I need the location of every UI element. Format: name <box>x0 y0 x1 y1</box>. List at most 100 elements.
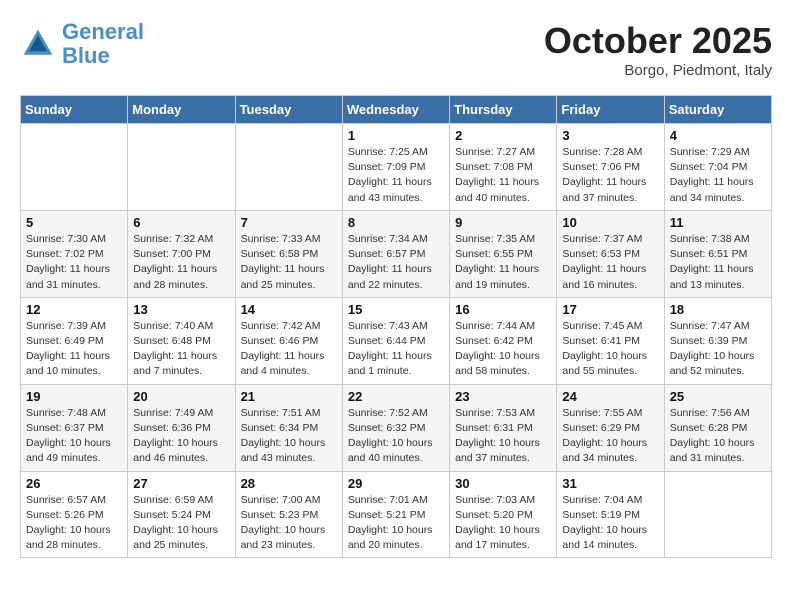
logo-line2: Blue <box>62 43 110 68</box>
calendar-table: SundayMondayTuesdayWednesdayThursdayFrid… <box>20 95 772 558</box>
day-info: Sunrise: 7:28 AM Sunset: 7:06 PM Dayligh… <box>562 145 658 206</box>
day-info: Sunrise: 7:51 AM Sunset: 6:34 PM Dayligh… <box>241 406 337 467</box>
weekday-header: Sunday <box>21 96 128 124</box>
calendar-cell: 14 Sunrise: 7:42 AM Sunset: 6:46 PM Dayli… <box>235 297 342 384</box>
day-number: 1 <box>348 128 444 143</box>
day-info: Sunrise: 7:33 AM Sunset: 6:58 PM Dayligh… <box>241 232 337 293</box>
calendar-cell: 8 Sunrise: 7:34 AM Sunset: 6:57 PM Daylig… <box>342 210 449 297</box>
day-info: Sunrise: 7:27 AM Sunset: 7:08 PM Dayligh… <box>455 145 551 206</box>
day-number: 2 <box>455 128 551 143</box>
day-number: 11 <box>670 215 766 230</box>
day-info: Sunrise: 7:29 AM Sunset: 7:04 PM Dayligh… <box>670 145 766 206</box>
calendar-cell: 21 Sunrise: 7:51 AM Sunset: 6:34 PM Dayli… <box>235 384 342 471</box>
day-number: 26 <box>26 476 122 491</box>
day-number: 31 <box>562 476 658 491</box>
day-number: 15 <box>348 302 444 317</box>
day-info: Sunrise: 7:49 AM Sunset: 6:36 PM Dayligh… <box>133 406 229 467</box>
calendar-cell: 9Sunrise: 7:35 AM Sunset: 6:55 PM Daylig… <box>450 210 557 297</box>
calendar-cell: 13Sunrise: 7:40 AM Sunset: 6:48 PM Dayli… <box>128 297 235 384</box>
day-number: 20 <box>133 389 229 404</box>
calendar-cell: 4 Sunrise: 7:29 AM Sunset: 7:04 PM Daylig… <box>664 124 771 211</box>
calendar-cell: 26 Sunrise: 6:57 AM Sunset: 5:26 PM Dayli… <box>21 471 128 558</box>
weekday-header: Wednesday <box>342 96 449 124</box>
day-number: 14 <box>241 302 337 317</box>
day-info: Sunrise: 7:38 AM Sunset: 6:51 PM Dayligh… <box>670 232 766 293</box>
day-info: Sunrise: 6:59 AM Sunset: 5:24 PM Dayligh… <box>133 493 229 554</box>
day-number: 4 <box>670 128 766 143</box>
title-block: October 2025 Borgo, Piedmont, Italy <box>544 20 772 79</box>
weekday-header: Tuesday <box>235 96 342 124</box>
day-info: Sunrise: 7:30 AM Sunset: 7:02 PM Dayligh… <box>26 232 122 293</box>
weekday-header-row: SundayMondayTuesdayWednesdayThursdayFrid… <box>21 96 772 124</box>
logo-text: General Blue <box>62 20 144 68</box>
day-info: Sunrise: 7:56 AM Sunset: 6:28 PM Dayligh… <box>670 406 766 467</box>
calendar-cell: 23Sunrise: 7:53 AM Sunset: 6:31 PM Dayli… <box>450 384 557 471</box>
calendar-cell: 18Sunrise: 7:47 AM Sunset: 6:39 PM Dayli… <box>664 297 771 384</box>
day-number: 9 <box>455 215 551 230</box>
day-number: 23 <box>455 389 551 404</box>
calendar-cell: 20 Sunrise: 7:49 AM Sunset: 6:36 PM Dayli… <box>128 384 235 471</box>
calendar-week-row: 5 Sunrise: 7:30 AM Sunset: 7:02 PM Daylig… <box>21 210 772 297</box>
calendar-cell <box>128 124 235 211</box>
logo-line1: General <box>62 19 144 44</box>
calendar-week-row: 19 Sunrise: 7:48 AM Sunset: 6:37 PM Dayli… <box>21 384 772 471</box>
weekday-header: Saturday <box>664 96 771 124</box>
weekday-header: Friday <box>557 96 664 124</box>
day-number: 28 <box>241 476 337 491</box>
calendar-cell: 28 Sunrise: 7:00 AM Sunset: 5:23 PM Dayli… <box>235 471 342 558</box>
day-number: 16 <box>455 302 551 317</box>
day-info: Sunrise: 7:04 AM Sunset: 5:19 PM Dayligh… <box>562 493 658 554</box>
calendar-cell: 30Sunrise: 7:03 AM Sunset: 5:20 PM Dayli… <box>450 471 557 558</box>
day-number: 29 <box>348 476 444 491</box>
calendar-cell: 24Sunrise: 7:55 AM Sunset: 6:29 PM Dayli… <box>557 384 664 471</box>
calendar-week-row: 12Sunrise: 7:39 AM Sunset: 6:49 PM Dayli… <box>21 297 772 384</box>
location-subtitle: Borgo, Piedmont, Italy <box>544 62 772 79</box>
weekday-header: Monday <box>128 96 235 124</box>
day-number: 25 <box>670 389 766 404</box>
day-info: Sunrise: 7:43 AM Sunset: 6:44 PM Dayligh… <box>348 319 444 380</box>
day-info: Sunrise: 7:03 AM Sunset: 5:20 PM Dayligh… <box>455 493 551 554</box>
calendar-cell: 16 Sunrise: 7:44 AM Sunset: 6:42 PM Dayli… <box>450 297 557 384</box>
day-info: Sunrise: 7:25 AM Sunset: 7:09 PM Dayligh… <box>348 145 444 206</box>
page-header: General Blue October 2025 Borgo, Piedmon… <box>20 20 772 79</box>
calendar-cell: 15 Sunrise: 7:43 AM Sunset: 6:44 PM Dayli… <box>342 297 449 384</box>
day-info: Sunrise: 7:39 AM Sunset: 6:49 PM Dayligh… <box>26 319 122 380</box>
day-info: Sunrise: 7:32 AM Sunset: 7:00 PM Dayligh… <box>133 232 229 293</box>
logo-icon <box>20 26 56 62</box>
day-number: 10 <box>562 215 658 230</box>
month-title: October 2025 <box>544 20 772 62</box>
day-info: Sunrise: 7:42 AM Sunset: 6:46 PM Dayligh… <box>241 319 337 380</box>
day-number: 5 <box>26 215 122 230</box>
calendar-cell: 5 Sunrise: 7:30 AM Sunset: 7:02 PM Daylig… <box>21 210 128 297</box>
calendar-cell <box>235 124 342 211</box>
day-number: 13 <box>133 302 229 317</box>
calendar-cell: 7 Sunrise: 7:33 AM Sunset: 6:58 PM Daylig… <box>235 210 342 297</box>
day-info: Sunrise: 7:00 AM Sunset: 5:23 PM Dayligh… <box>241 493 337 554</box>
day-number: 7 <box>241 215 337 230</box>
calendar-cell: 1 Sunrise: 7:25 AM Sunset: 7:09 PM Daylig… <box>342 124 449 211</box>
day-number: 19 <box>26 389 122 404</box>
calendar-cell: 22Sunrise: 7:52 AM Sunset: 6:32 PM Dayli… <box>342 384 449 471</box>
day-number: 8 <box>348 215 444 230</box>
calendar-cell: 10Sunrise: 7:37 AM Sunset: 6:53 PM Dayli… <box>557 210 664 297</box>
calendar-cell: 3 Sunrise: 7:28 AM Sunset: 7:06 PM Daylig… <box>557 124 664 211</box>
calendar-cell: 25 Sunrise: 7:56 AM Sunset: 6:28 PM Dayli… <box>664 384 771 471</box>
calendar-cell: 6 Sunrise: 7:32 AM Sunset: 7:00 PM Daylig… <box>128 210 235 297</box>
calendar-cell: 31 Sunrise: 7:04 AM Sunset: 5:19 PM Dayli… <box>557 471 664 558</box>
calendar-cell: 27Sunrise: 6:59 AM Sunset: 5:24 PM Dayli… <box>128 471 235 558</box>
calendar-cell: 17Sunrise: 7:45 AM Sunset: 6:41 PM Dayli… <box>557 297 664 384</box>
day-info: Sunrise: 6:57 AM Sunset: 5:26 PM Dayligh… <box>26 493 122 554</box>
day-info: Sunrise: 7:48 AM Sunset: 6:37 PM Dayligh… <box>26 406 122 467</box>
calendar-cell: 29Sunrise: 7:01 AM Sunset: 5:21 PM Dayli… <box>342 471 449 558</box>
day-info: Sunrise: 7:55 AM Sunset: 6:29 PM Dayligh… <box>562 406 658 467</box>
day-info: Sunrise: 7:34 AM Sunset: 6:57 PM Dayligh… <box>348 232 444 293</box>
calendar-cell <box>21 124 128 211</box>
day-number: 22 <box>348 389 444 404</box>
calendar-cell: 19 Sunrise: 7:48 AM Sunset: 6:37 PM Dayli… <box>21 384 128 471</box>
day-number: 6 <box>133 215 229 230</box>
calendar-cell: 11 Sunrise: 7:38 AM Sunset: 6:51 PM Dayli… <box>664 210 771 297</box>
day-number: 21 <box>241 389 337 404</box>
calendar-week-row: 26 Sunrise: 6:57 AM Sunset: 5:26 PM Dayli… <box>21 471 772 558</box>
day-info: Sunrise: 7:44 AM Sunset: 6:42 PM Dayligh… <box>455 319 551 380</box>
day-number: 3 <box>562 128 658 143</box>
